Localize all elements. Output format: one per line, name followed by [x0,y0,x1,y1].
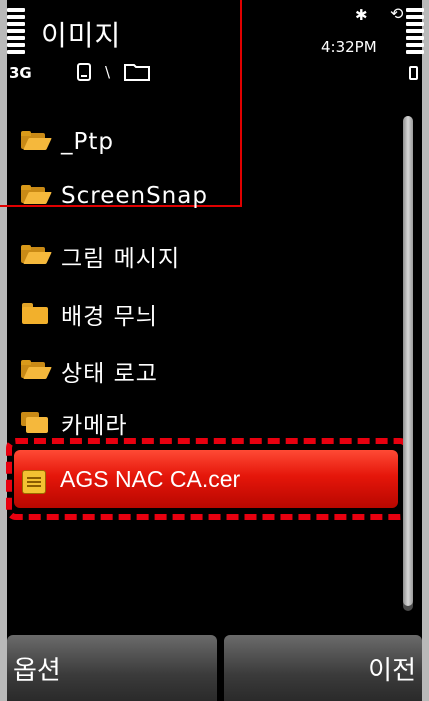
open-folder-icon [21,360,52,382]
right-frame-border [422,0,429,701]
bluetooth-icon: ✱ [355,6,368,24]
scrollbar-thumb[interactable] [403,116,413,606]
list-item-folder-picture-messages[interactable]: 그림 메시지 [7,231,407,281]
list-item-folder-ptp[interactable]: _Ptp [7,117,407,167]
list-item-folder-status-logos[interactable]: 상태 로고 [7,346,407,396]
open-folder-icon [21,245,52,267]
list-item-label: ScreenSnap [61,183,208,209]
scrollbar[interactable] [403,116,413,611]
closed-folder-icon [21,303,49,325]
list-item-label: 상태 로고 [61,361,158,387]
connectivity-icon: ⟲ [390,4,404,23]
open-folder-icon [21,131,52,153]
open-folder-icon [21,185,52,207]
battery-icon [409,66,418,80]
list-item-folder-wallpapers[interactable]: 배경 무늬 [7,289,407,339]
multi-folder-icon [21,412,49,434]
clock: 4:32PM [321,38,377,56]
softkey-bar: 옵션 이전 [7,635,422,701]
list-item-label: 그림 메시지 [61,246,181,272]
battery-level-icon [406,8,424,60]
options-softkey[interactable]: 옵션 [7,635,217,701]
list-item-label: _Ptp [61,129,114,155]
list-item-label: 카메라 [61,413,128,439]
back-softkey[interactable]: 이전 [224,635,422,701]
list-item-folder-screensnap[interactable]: ScreenSnap [7,171,407,221]
annotation-selection-highlight [6,438,410,520]
list-item-label: 배경 무늬 [61,304,158,330]
